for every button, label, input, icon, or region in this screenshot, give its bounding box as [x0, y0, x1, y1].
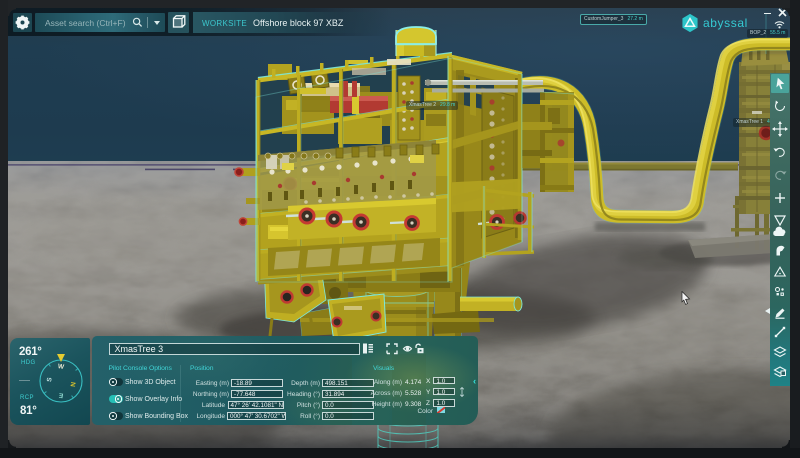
svg-text:N: N — [68, 381, 76, 387]
svg-text:S: S — [46, 376, 54, 382]
svg-text:W: W — [57, 363, 65, 371]
svg-text:E: E — [58, 391, 64, 399]
